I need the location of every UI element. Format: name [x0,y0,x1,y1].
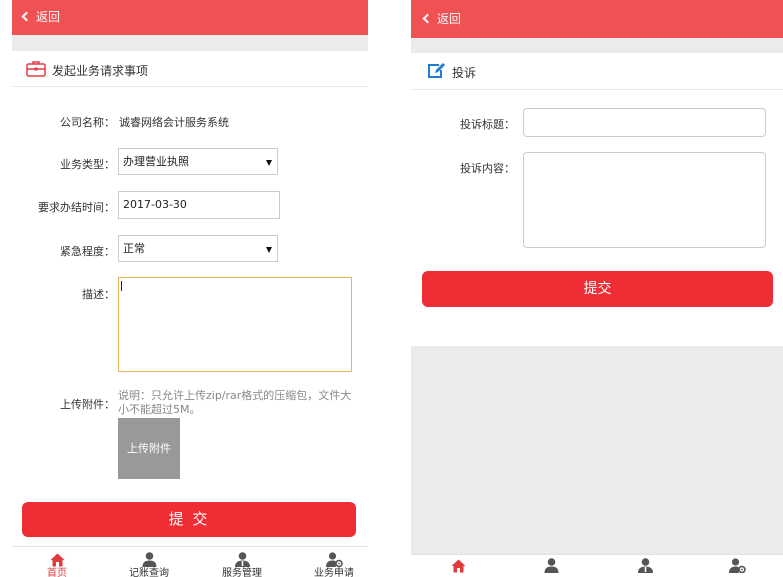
back-label: 返回 [36,10,61,24]
user-group-icon [234,552,250,567]
tab-business-application[interactable]: 业务申请 [314,552,354,577]
urgency-select[interactable]: 正常 [118,235,278,262]
section-header: 发起业务请求事项 [12,51,368,87]
company-value: 诚睿网络会计服务系统 [119,116,229,129]
submit-button[interactable]: 提 交 [22,502,356,537]
back-button[interactable]: 返回 [21,0,60,35]
complaint-screen: 返回 投诉 投诉标题： 投诉内容： 提交 [411,0,783,577]
company-label: 公司名称： [60,116,115,129]
user-icon [142,552,156,567]
bottom-tab-bar [411,554,783,577]
description-textarea[interactable] [118,277,352,372]
text-cursor [121,281,122,291]
tab-user[interactable] [531,558,571,573]
tab-label: 业务申请 [314,568,354,577]
header-gap [12,35,368,51]
complaint-content-textarea[interactable] [523,152,766,248]
tab-application[interactable] [717,558,757,573]
deadline-label: 要求办结时间： [38,201,115,214]
business-type-label: 业务类型： [60,158,115,171]
business-request-screen: 返回 发起业务请求事项 公司名称： 诚睿网络会计服务系统 业务类型： 办理营业执… [12,0,368,577]
tab-label: 记账查询 [129,568,169,577]
edit-icon [427,62,446,82]
user-gear-icon [325,552,343,567]
tab-home[interactable] [438,559,478,573]
back-label: 返回 [437,12,462,26]
submit-button[interactable]: 提交 [422,271,773,307]
complaint-title-input[interactable] [523,108,766,137]
section-title: 投诉 [452,66,477,80]
attachment-label: 上传附件： [60,398,115,411]
deadline-date-input[interactable]: 2017-03-30 [118,191,280,219]
tab-label: 首页 [47,568,67,577]
urgency-value: 正常 [123,242,145,255]
chevron-left-icon [422,13,433,24]
tab-service[interactable] [625,558,665,573]
dropdown-arrow-icon [266,247,272,253]
tab-home[interactable]: 首页 [37,553,77,577]
upload-attachment-button[interactable]: 上传附件 [118,418,180,479]
user-group-icon [637,558,653,573]
business-type-value: 办理营业执照 [123,155,189,168]
user-gear-icon [728,558,746,573]
home-icon [50,553,64,567]
dropdown-arrow-icon [266,160,272,166]
header-bar: 返回 [12,0,368,35]
attachment-note: 说明：只允许上传zip/rar格式的压缩包，文件大小不能超过5M。 [118,389,352,416]
section-title: 发起业务请求事项 [52,64,149,78]
description-label: 描述： [82,288,115,301]
user-icon [544,558,558,573]
section-header: 投诉 [411,53,783,90]
briefcase-icon [26,60,46,80]
home-icon [451,559,465,573]
urgency-label: 紧急程度： [60,245,115,258]
tab-label: 服务管理 [222,568,262,577]
chevron-left-icon [21,11,32,22]
empty-content-area [411,346,783,554]
tab-accounting-query[interactable]: 记账查询 [129,552,169,577]
back-button[interactable]: 返回 [422,0,461,38]
header-bar: 返回 [411,0,783,38]
header-gap [411,38,783,53]
business-type-select[interactable]: 办理营业执照 [118,148,278,175]
tab-service-management[interactable]: 服务管理 [222,552,262,577]
complaint-title-label: 投诉标题： [460,118,515,131]
bottom-tab-bar: 首页 记账查询 服务管理 业务申请 [12,546,368,577]
deadline-value: 2017-03-30 [123,198,187,211]
complaint-content-label: 投诉内容： [460,162,515,175]
